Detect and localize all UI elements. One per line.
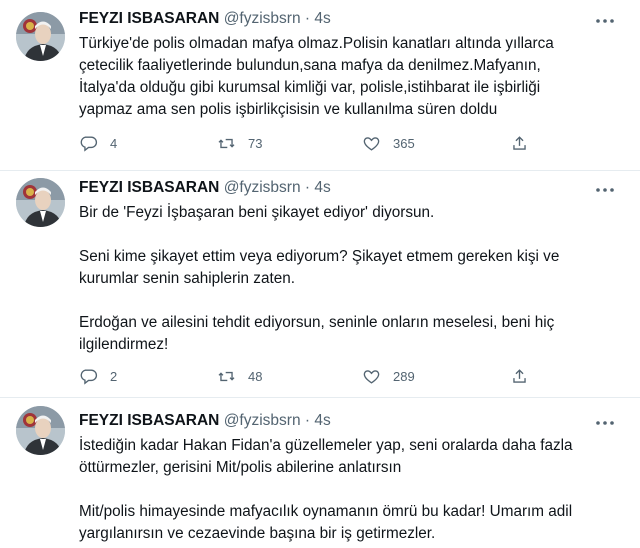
- like-count: 365: [393, 135, 415, 151]
- tweet[interactable]: FEYZI ISBASARAN @fyzisbsrn · 4s Bir de '…: [0, 171, 640, 397]
- share-icon: [513, 135, 526, 150]
- retweet-button[interactable]: 73: [217, 132, 262, 154]
- author-name[interactable]: FEYZI ISBASARAN: [79, 10, 219, 27]
- heart-icon: [363, 136, 380, 151]
- avatar[interactable]: [16, 406, 65, 455]
- tweet-text: Bir de 'Feyzi İşbaşaran beni şikayet edi…: [79, 204, 560, 353]
- separator: ·: [304, 179, 311, 196]
- more-icon[interactable]: [594, 182, 616, 198]
- retweet-button[interactable]: 48: [217, 365, 262, 387]
- author-handle[interactable]: @fyzisbsrn: [224, 412, 301, 429]
- share-icon: [513, 368, 526, 383]
- author-handle[interactable]: @fyzisbsrn: [224, 179, 301, 196]
- tweet-header: FEYZI ISBASARAN @fyzisbsrn · 4s: [79, 178, 331, 198]
- share-button[interactable]: [510, 365, 529, 387]
- author-name[interactable]: FEYZI ISBASARAN: [79, 412, 219, 429]
- retweet-count: 73: [248, 135, 263, 151]
- tweet-text: İstediğin kadar Hakan Fidan'a güzellemel…: [79, 437, 573, 542]
- tweet-time[interactable]: 4s: [314, 412, 330, 429]
- heart-icon: [363, 369, 380, 384]
- like-button[interactable]: 365: [362, 132, 415, 154]
- tweet-time[interactable]: 4s: [314, 179, 330, 196]
- tweet-header: FEYZI ISBASARAN @fyzisbsrn · 4s: [79, 411, 331, 431]
- more-icon[interactable]: [594, 415, 616, 431]
- author-name[interactable]: FEYZI ISBASARAN: [79, 179, 219, 196]
- more-icon[interactable]: [594, 13, 616, 29]
- separator: ·: [304, 412, 311, 429]
- avatar[interactable]: [16, 178, 65, 227]
- reply-icon: [80, 368, 98, 385]
- retweet-icon: [218, 371, 235, 381]
- reply-count: 4: [110, 135, 118, 151]
- like-count: 289: [393, 368, 415, 384]
- reply-icon: [80, 135, 98, 152]
- author-handle[interactable]: @fyzisbsrn: [224, 10, 301, 27]
- tweet-header: FEYZI ISBASARAN @fyzisbsrn · 4s: [79, 9, 331, 29]
- reply-button[interactable]: 2: [79, 365, 117, 387]
- tweet-time[interactable]: 4s: [314, 10, 330, 27]
- retweet-icon: [218, 138, 235, 148]
- avatar[interactable]: [16, 12, 65, 61]
- tweet[interactable]: FEYZI ISBASARAN @fyzisbsrn · 4s İstediği…: [0, 398, 640, 548]
- share-button[interactable]: [510, 132, 529, 154]
- reply-count: 2: [110, 368, 118, 384]
- separator: ·: [304, 10, 311, 27]
- reply-button[interactable]: 4: [79, 132, 117, 154]
- like-button[interactable]: 289: [362, 365, 415, 387]
- tweet-text: Türkiye'de polis olmadan mafya olmaz.Pol…: [79, 35, 554, 118]
- retweet-count: 48: [248, 368, 263, 384]
- tweet[interactable]: FEYZI ISBASARAN @fyzisbsrn · 4s Türkiye'…: [0, 0, 640, 170]
